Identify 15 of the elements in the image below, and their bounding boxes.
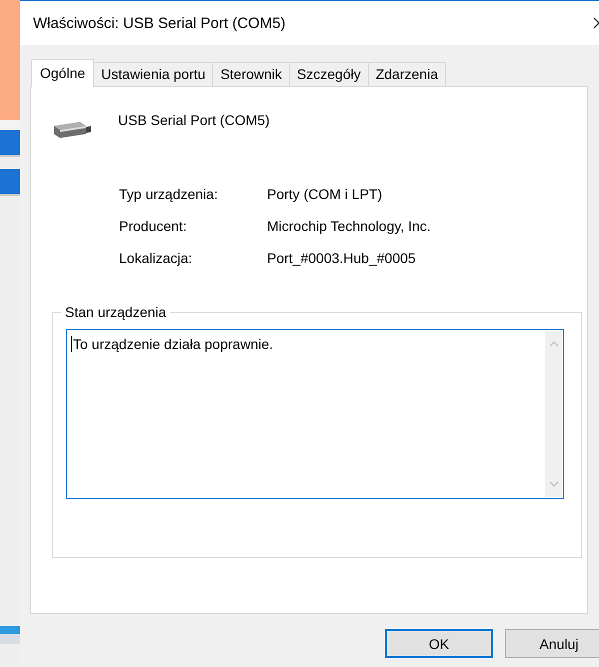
group-title: Stan urządzenia <box>61 304 170 320</box>
tab[interactable]: Ogólne <box>31 59 94 87</box>
property-value: Microchip Technology, Inc. <box>267 218 432 234</box>
property-label: Producent: <box>119 218 188 234</box>
window-title: Właściwości: USB Serial Port (COM5) <box>33 14 286 32</box>
property-label: Typ urządzenia: <box>119 186 219 202</box>
property-value: Porty (COM i LPT) <box>267 186 384 202</box>
dialog-button[interactable]: Anuluj <box>505 629 599 658</box>
dialog-button[interactable]: OK <box>385 629 493 658</box>
device-name: USB Serial Port (COM5) <box>118 112 270 128</box>
tab[interactable]: Zdarzenia <box>368 62 446 86</box>
status-text-field[interactable]: To urządzenie działa poprawnie. <box>66 329 564 499</box>
property-label: Lokalizacja: <box>119 250 194 266</box>
status-text: To urządzenie działa poprawnie. <box>71 336 274 352</box>
property-value: Port_#0003.Hub_#0005 <box>267 250 417 266</box>
